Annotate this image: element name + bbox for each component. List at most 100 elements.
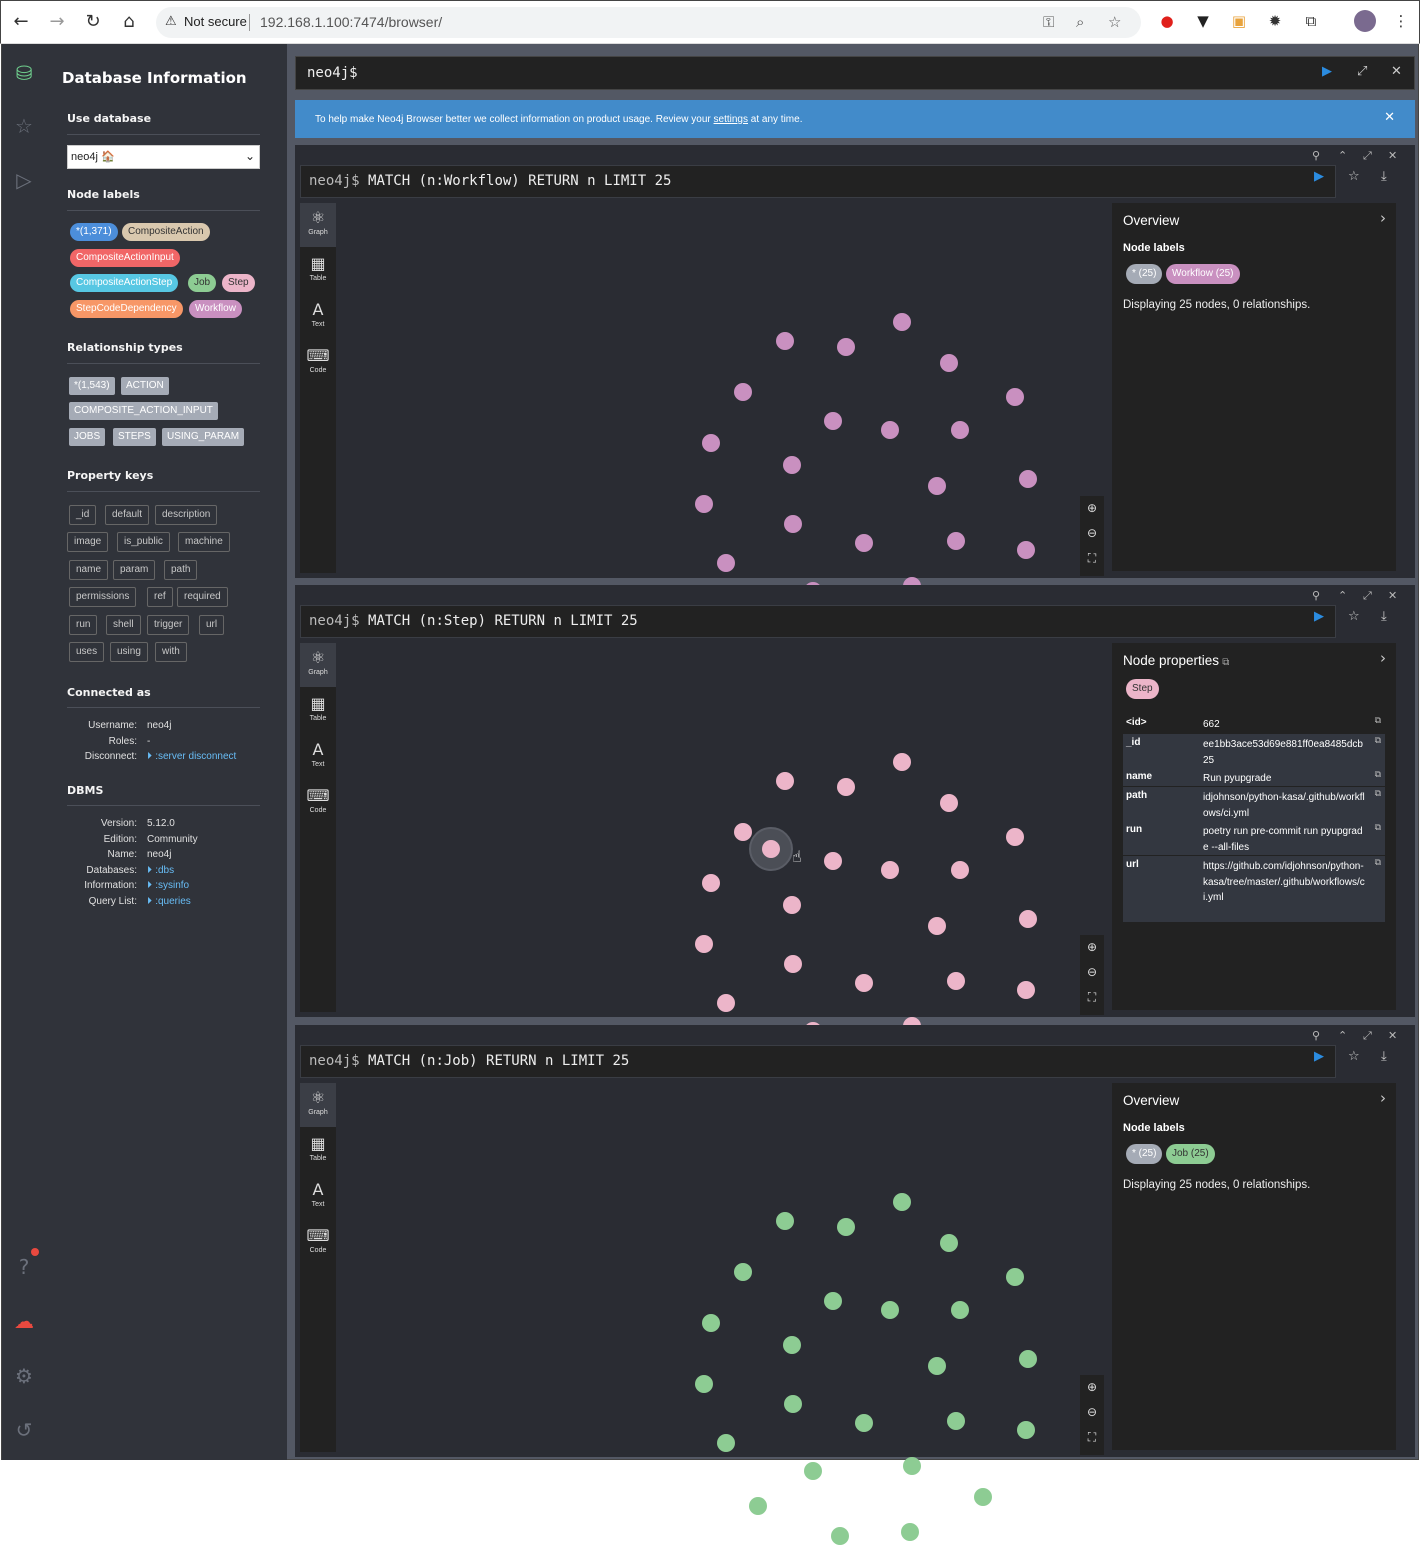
run-play-icon[interactable]: ▶ xyxy=(1314,609,1324,624)
graph-node[interactable] xyxy=(881,861,899,879)
chevron-right-icon[interactable]: › xyxy=(1380,1089,1386,1107)
guides-play-icon[interactable]: ▷ xyxy=(10,166,38,194)
tab-table[interactable]: ▦ Table xyxy=(300,689,336,733)
graph-node[interactable] xyxy=(837,778,855,796)
favorites-star-icon[interactable]: ☆ xyxy=(10,112,38,140)
info-link[interactable]: :server disconnect xyxy=(155,751,236,762)
pin-icon[interactable]: ⚲ xyxy=(1312,1029,1320,1042)
graph-node[interactable] xyxy=(903,1457,921,1475)
favorite-star-icon[interactable]: ☆ xyxy=(1348,609,1360,624)
fullscreen-icon[interactable]: ⤢ xyxy=(1363,149,1372,163)
graph-node[interactable] xyxy=(824,852,842,870)
tab-table[interactable]: ▦ Table xyxy=(300,249,336,293)
zoom-in-icon[interactable]: ⊕ xyxy=(1080,1375,1104,1400)
property-key-chip[interactable]: with xyxy=(155,642,187,662)
graph-node[interactable] xyxy=(1006,828,1024,846)
node-label-chip[interactable]: *(1,371) xyxy=(70,223,118,241)
url-text[interactable]: 192.168.1.100:7474/browser/ xyxy=(260,14,442,30)
graph-node[interactable] xyxy=(940,354,958,372)
graph-node[interactable] xyxy=(734,383,752,401)
settings-link[interactable]: settings xyxy=(714,114,748,125)
property-key-chip[interactable]: name xyxy=(69,560,109,580)
label-count-chip[interactable]: Workflow (25) xyxy=(1166,264,1240,284)
info-link[interactable]: :sysinfo xyxy=(155,880,189,891)
zoom-in-icon[interactable]: ⊕ xyxy=(1080,935,1104,960)
graph-node[interactable] xyxy=(1019,1350,1037,1368)
extensions-puzzle-icon[interactable]: ⧉ xyxy=(1301,11,1321,31)
info-link[interactable]: :dbs xyxy=(155,865,174,876)
graph-node[interactable] xyxy=(855,1414,873,1432)
graph-node[interactable] xyxy=(951,421,969,439)
graph-node[interactable] xyxy=(776,332,794,350)
home-icon[interactable]: ⌂ xyxy=(117,10,141,34)
property-key-chip[interactable]: default xyxy=(105,505,150,525)
property-key-chip[interactable]: path xyxy=(164,560,198,580)
property-key-chip[interactable]: machine xyxy=(178,532,230,552)
tab-graph[interactable]: ⚛ Graph xyxy=(300,1083,336,1127)
graph-node[interactable] xyxy=(893,753,911,771)
node-label-chip[interactable]: Workflow xyxy=(189,300,242,318)
info-value[interactable]: ⏵ :dbs xyxy=(147,865,174,876)
relationship-type-chip[interactable]: ACTION xyxy=(121,377,169,395)
graph-node[interactable] xyxy=(784,515,802,533)
graph-node[interactable] xyxy=(702,1314,720,1332)
graph-node[interactable] xyxy=(824,1292,842,1310)
graph-node[interactable] xyxy=(702,874,720,892)
graph-node[interactable] xyxy=(928,477,946,495)
download-icon[interactable]: ⤓ xyxy=(1381,169,1387,184)
graph-node[interactable] xyxy=(951,861,969,879)
selected-node[interactable] xyxy=(762,840,780,858)
opera-extension-icon[interactable]: ● xyxy=(1157,11,1177,31)
graph-node[interactable] xyxy=(940,1234,958,1252)
graph-node[interactable] xyxy=(702,434,720,452)
graph-node[interactable] xyxy=(928,917,946,935)
tab-table[interactable]: ▦ Table xyxy=(300,1129,336,1173)
run-play-icon[interactable]: ▶ xyxy=(1314,169,1324,184)
property-key-chip[interactable]: is_public xyxy=(117,532,170,552)
zoom-out-icon[interactable]: ⊖ xyxy=(1080,960,1104,985)
copy-icon[interactable]: ⧉ xyxy=(1375,823,1381,833)
settings-gear-icon[interactable]: ⚙ xyxy=(10,1362,38,1390)
graph-node[interactable] xyxy=(783,1336,801,1354)
profile-avatar[interactable] xyxy=(1354,10,1376,32)
database-icon[interactable]: ⛁ xyxy=(10,59,38,87)
graph-node[interactable] xyxy=(717,554,735,572)
graph-node[interactable] xyxy=(695,1375,713,1393)
fit-icon[interactable]: ⛶ xyxy=(1080,546,1104,571)
graph-node[interactable] xyxy=(734,823,752,841)
graph-node[interactable] xyxy=(783,896,801,914)
graph-node[interactable] xyxy=(695,495,713,513)
back-icon[interactable]: ← xyxy=(9,10,33,34)
graph-node[interactable] xyxy=(837,1218,855,1236)
relationship-type-chip[interactable]: *(1,543) xyxy=(69,377,115,395)
graph-node[interactable] xyxy=(855,974,873,992)
run-play-icon[interactable]: ▶ xyxy=(1322,64,1332,79)
graph-node[interactable] xyxy=(831,1527,849,1545)
zoom-in-icon[interactable]: ⊕ xyxy=(1080,496,1104,521)
label-count-chip[interactable]: * (25) xyxy=(1126,264,1163,284)
reload-icon[interactable]: ↻ xyxy=(81,10,105,34)
graph-node[interactable] xyxy=(928,1357,946,1375)
download-icon[interactable]: ⤓ xyxy=(1381,1049,1387,1064)
graph-node[interactable] xyxy=(717,1434,735,1452)
label-count-chip[interactable]: Job (25) xyxy=(1166,1144,1215,1164)
graph-node[interactable] xyxy=(1006,1268,1024,1286)
graph-node[interactable] xyxy=(837,338,855,356)
graph-node[interactable] xyxy=(881,421,899,439)
graph-canvas[interactable]: ☝ xyxy=(336,643,1104,1105)
collapse-icon[interactable]: ⌃ xyxy=(1338,589,1347,602)
address-bar[interactable]: ⚠ Not secure 192.168.1.100:7474/browser/… xyxy=(156,7,1141,38)
download-icon[interactable]: ⤓ xyxy=(1381,609,1387,624)
copy-icon[interactable]: ⧉ xyxy=(1375,736,1381,746)
copy-icon[interactable]: ⧉ xyxy=(1375,858,1381,868)
graph-node[interactable] xyxy=(881,1301,899,1319)
forward-icon[interactable]: → xyxy=(45,10,69,34)
graph-canvas[interactable] xyxy=(336,1083,1104,1545)
graph-node[interactable] xyxy=(776,772,794,790)
graph-node[interactable] xyxy=(784,1395,802,1413)
query-bar[interactable]: neo4j$ MATCH (n:Job) RETURN n LIMIT 25 xyxy=(300,1045,1336,1078)
tab-code[interactable]: ⌨ Code xyxy=(300,781,336,825)
property-key-chip[interactable]: ref xyxy=(147,587,173,607)
zoom-icon[interactable]: ⌕ xyxy=(1076,13,1084,31)
graph-node[interactable] xyxy=(1006,388,1024,406)
